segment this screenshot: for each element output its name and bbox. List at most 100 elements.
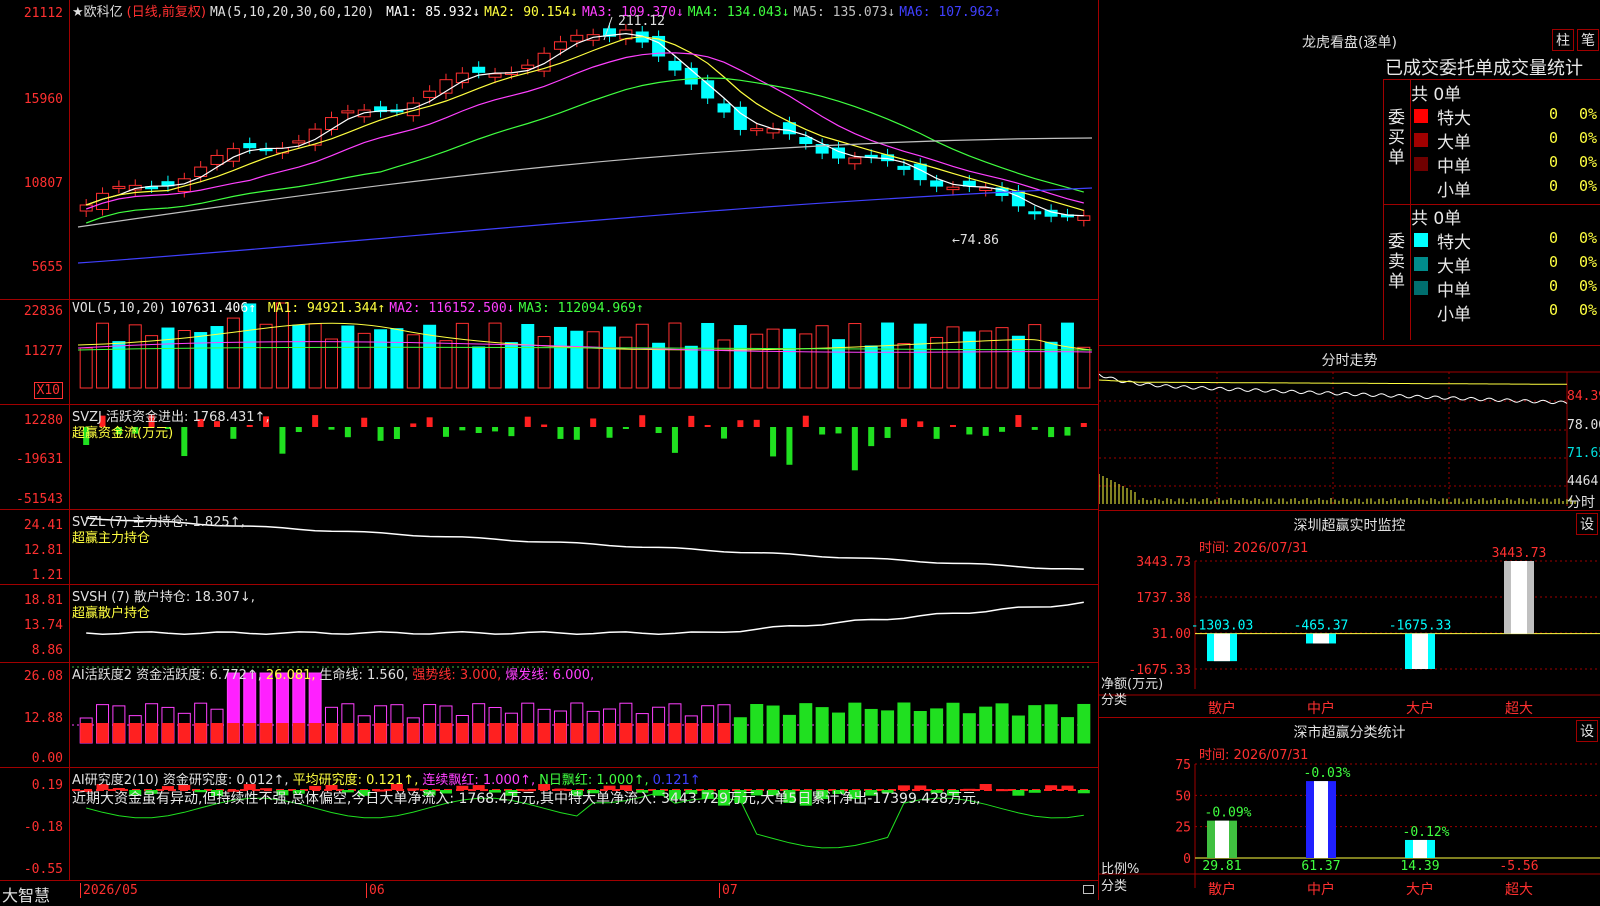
volume-bar — [374, 329, 388, 389]
candle-body — [423, 90, 437, 98]
brand-logo[interactable]: 大智慧 — [2, 882, 50, 906]
chart-mode[interactable]: (日线,前复权) — [127, 5, 206, 20]
high-price-label: 211.12 — [618, 14, 665, 29]
activity-bar — [913, 710, 927, 744]
volume-ma-value: MA2: 116152.500↓ — [389, 301, 515, 316]
activity-base — [96, 723, 109, 743]
sell-row: 大单 0 0% — [1411, 252, 1600, 277]
ai-research-header: AI研究度2(10) 资金研究度: 0.012↑, 平均研究度: 0.121↑, 连… — [72, 769, 705, 788]
activity-base — [472, 723, 485, 743]
activity-bar — [1077, 703, 1091, 744]
svzj-bar — [704, 425, 711, 427]
svsh-panel[interactable]: 18.81 13.74 8.86 SVSH (7) 散户持仓: 18.307↓,… — [0, 585, 1098, 663]
activity-bar — [962, 713, 976, 744]
activity-bar — [1011, 715, 1025, 744]
svzj-bar — [1015, 415, 1022, 427]
svzj-bar — [639, 415, 646, 427]
activity-base — [341, 723, 354, 743]
activity-bar — [832, 712, 845, 744]
candle-body — [946, 186, 960, 191]
volume-bar — [1077, 346, 1091, 389]
classify-value-label: 29.81 — [1202, 859, 1241, 874]
ai-activity-panel[interactable]: 26.08 12.88 0.00 AI活跃度2 资金活跃度: 6.772↑, 26… — [0, 663, 1098, 768]
activity-base — [636, 723, 649, 743]
candle-body — [553, 41, 567, 50]
svzl-panel[interactable]: 24.41 12.81 1.21 SVZL (7) 主力持仓: 1.825↑, … — [0, 510, 1098, 585]
activity-bar — [848, 702, 862, 744]
buy-side-label: 委买单 — [1384, 80, 1411, 205]
ma-value: MA6: 107.962↑ — [899, 5, 1001, 20]
svzj-bar — [1031, 427, 1038, 430]
activity-bar — [1060, 717, 1074, 744]
month-label: 06 — [366, 883, 385, 898]
svzj-bar — [655, 427, 662, 434]
candle-body — [472, 66, 486, 73]
bar-view-button[interactable]: 柱 — [1552, 29, 1574, 51]
volume-bar — [177, 330, 191, 389]
activity-base — [587, 723, 600, 743]
activity-bar — [750, 704, 764, 744]
buy-rows: 共 0单 特大 0 0% 大单 0 0% 中单 0 0% 小单 0 0% — [1411, 80, 1600, 205]
lock-icon[interactable] — [1083, 885, 1094, 894]
stock-name[interactable]: ★欧科亿 — [72, 5, 123, 20]
classify-panel[interactable]: 深市超赢分类统计 设 时间: 2026/07/31 75 50 25 0 -0.09% 2… — [1098, 717, 1600, 900]
svzj-bar — [328, 427, 335, 430]
volume-panel[interactable]: 22836 11277 X10 VOL(5,10,20) 107631.406↑ … — [0, 300, 1098, 405]
candle-body — [848, 157, 862, 165]
monitor-data-label: -465.37 — [1294, 619, 1349, 634]
svzj-bar — [753, 419, 760, 427]
volume-bar — [226, 317, 240, 389]
color-swatch — [1414, 133, 1428, 147]
candle-body — [799, 137, 813, 145]
volume-bar — [782, 328, 796, 389]
activity-base — [456, 723, 469, 743]
svzj-sub: 超赢资金流(万元) — [72, 426, 174, 441]
sell-total-row: 共 0单 — [1411, 204, 1600, 229]
ai-activity-header: AI活跃度2 资金活跃度: 6.772↑, 26.081, 生命线: 1.560, 强… — [72, 664, 598, 683]
svzj-bar — [721, 427, 728, 439]
volume-bar — [701, 322, 715, 389]
svzl-sub: 超赢主力持仓 — [72, 531, 151, 546]
candle-body — [521, 64, 535, 69]
ai-research-panel[interactable]: 0.19 -0.18 -0.55 AI研究度2(10) 资金研究度: 0.012… — [0, 768, 1098, 880]
volume-bar — [112, 341, 126, 389]
svzj-bar — [688, 415, 695, 427]
candle-body — [668, 60, 682, 71]
kline-panel[interactable]: 21112 15960 10807 5655 ★欧科亿 (日线,前复权) MA(5,… — [0, 0, 1098, 300]
classify-change-label: -0.09% — [1205, 806, 1252, 821]
buy-side-text: 委买单 — [1388, 108, 1405, 168]
longhu-title: 龙虎看盘(逐单) — [1302, 35, 1397, 51]
volume-bar — [292, 324, 306, 389]
monitor-category-label: 散户 — [1208, 700, 1236, 717]
svsh-sub: 超赢散户持仓 — [72, 606, 151, 621]
activity-base — [390, 723, 403, 743]
volume-bar — [1028, 324, 1042, 389]
buy-row-percent: 0% — [1579, 105, 1598, 123]
longhu-panel: 龙虎看盘(逐单) 柱 笔 已成交委托单成交量统计 委买单 委卖单 共 0单 特大… — [1098, 0, 1600, 345]
activity-base — [309, 723, 322, 743]
ma-label: MA(5,10,20,30,60,120) — [209, 5, 375, 20]
monitor-panel[interactable]: 深圳超赢实时监控 设 时间: 2026/07/31 3443.73 1737.38… — [1098, 510, 1600, 717]
activity-base — [619, 723, 632, 743]
color-swatch — [1414, 157, 1428, 171]
svzj-panel[interactable]: 12280 -19631 -51543 SVZJ 活跃资金进出: 1768.43… — [0, 405, 1098, 510]
svzj-bar — [851, 427, 858, 471]
candle-body — [897, 165, 911, 170]
sell-total: 共 0单 — [1411, 209, 1462, 229]
classify-value-label: 61.37 — [1301, 859, 1340, 874]
activity-base — [489, 723, 502, 743]
ma-value: MA2: 90.154↓ — [484, 5, 578, 20]
activity-base — [407, 723, 420, 743]
activity-base — [652, 723, 665, 743]
tick-view-button[interactable]: 笔 — [1577, 29, 1599, 51]
fenshi-panel[interactable]: 分时走势 84.39 78.00 71.65 4464 分时 — [1098, 345, 1600, 511]
svzj-bar — [966, 427, 973, 435]
activity-bar — [930, 708, 944, 744]
activity-base — [161, 723, 174, 743]
activity-base — [292, 723, 305, 743]
volume-bar — [946, 326, 960, 389]
svzj-bar — [312, 415, 319, 427]
ai-research-v2: 平均研究度: 0.121↑, — [292, 773, 419, 788]
volume-bar — [848, 323, 862, 389]
candle-body — [292, 140, 306, 144]
